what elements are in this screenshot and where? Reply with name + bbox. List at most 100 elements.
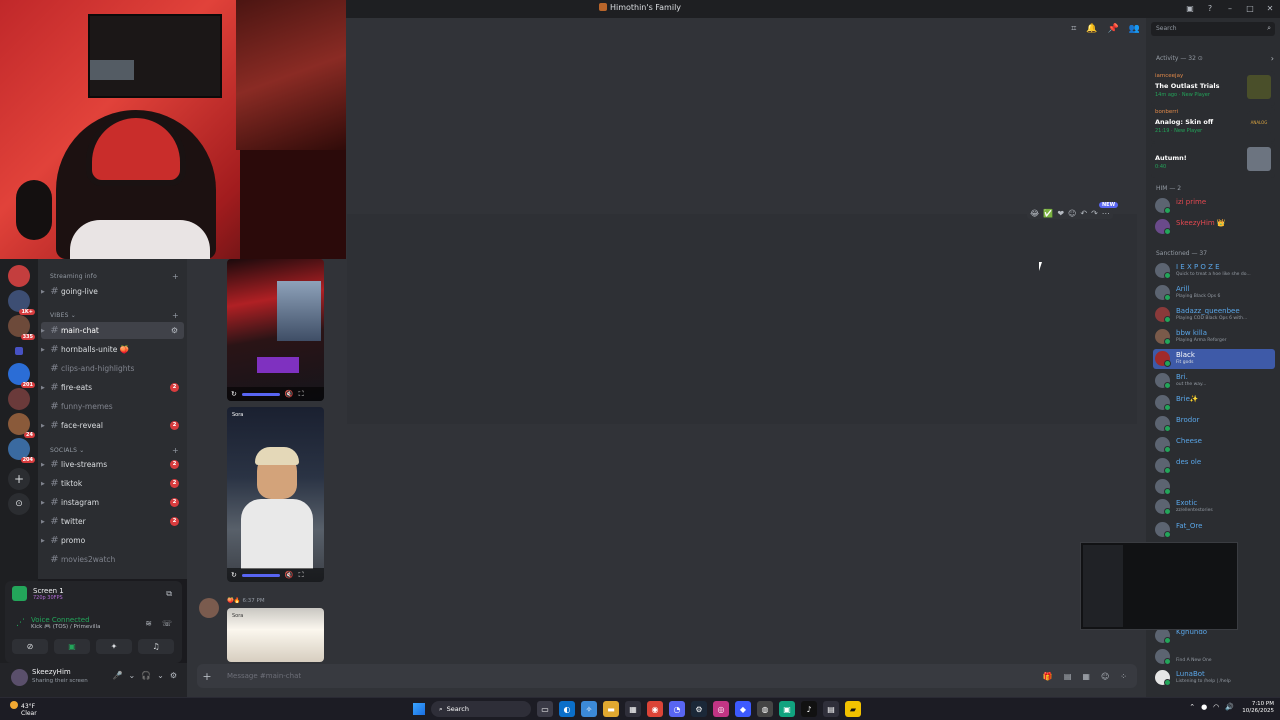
fullscreen-icon[interactable]: ⛶ <box>299 390 304 399</box>
volume-icon[interactable]: 🔊 <box>1225 703 1234 711</box>
member-item[interactable]: Badazz_queenbee Playing COD Black Ops 6 w… <box>1153 305 1275 325</box>
search-input[interactable]: Search ⌕ <box>1151 22 1275 36</box>
category-header[interactable]: Streaming info + <box>50 272 179 281</box>
member-item[interactable]: des ole <box>1153 456 1275 476</box>
pin-icon[interactable]: 📌 <box>1108 24 1119 34</box>
chevron-right-icon[interactable]: › <box>1271 54 1274 63</box>
member-item[interactable]: Black Fit gods <box>1153 349 1275 369</box>
member-item[interactable]: bbw killa Playing Arma Reforger <box>1153 327 1275 347</box>
avatar[interactable] <box>199 598 219 618</box>
channel-hornballs-unite[interactable]: ▶ # hornballs-unite 🍑 <box>41 341 184 358</box>
sticker-icon[interactable]: ▦ <box>1082 672 1090 681</box>
noise-suppression-icon[interactable]: ≋ <box>145 619 152 628</box>
member-item[interactable]: Fat_Ore <box>1153 520 1275 540</box>
server-icon[interactable] <box>8 388 30 410</box>
tiktok-icon[interactable]: ♪ <box>801 701 817 717</box>
category-header[interactable]: SOCIALS ⌄ + <box>50 446 179 455</box>
channel-live-streams[interactable]: ▶ # live-streams 2 <box>41 456 184 473</box>
member-item[interactable]: Brodor <box>1153 414 1275 434</box>
members-icon[interactable]: 👥 <box>1129 24 1140 34</box>
emoji-icon[interactable]: ☺ <box>1101 672 1109 681</box>
discord-icon[interactable]: ◔ <box>669 701 685 717</box>
windows-start-icon[interactable] <box>413 703 425 715</box>
progress-bar[interactable] <box>241 573 280 577</box>
inbox-icon[interactable]: ▣ <box>1184 2 1196 14</box>
channel-promo[interactable]: ▶ # promo <box>41 532 184 549</box>
add-reaction-icon[interactable]: ☺ <box>1068 209 1076 218</box>
app-icon[interactable]: ▣ <box>779 701 795 717</box>
member-item[interactable]: izi prime <box>1153 196 1275 216</box>
threads-icon[interactable]: ⌗ <box>1071 24 1076 34</box>
camera-button[interactable]: ⊘ <box>12 639 48 654</box>
channel-clips-and-highlights[interactable]: # clips-and-highlights <box>41 360 184 377</box>
task-view-icon[interactable]: ▭ <box>537 701 553 717</box>
activities-button[interactable]: ✦ <box>96 639 132 654</box>
obs-icon[interactable]: ◍ <box>757 701 773 717</box>
member-item[interactable]: I E X P O Z E Quick to treat a hoe like s… <box>1153 261 1275 281</box>
help-icon[interactable]: ? <box>1204 2 1216 14</box>
video-attachment[interactable]: ↻ 🔇 ⛶ <box>227 259 324 401</box>
edge-icon[interactable]: ◐ <box>559 701 575 717</box>
explorer-icon[interactable]: ▬ <box>603 701 619 717</box>
bell-icon[interactable]: 🔔 <box>1086 24 1097 34</box>
soundboard-button[interactable]: ♫ <box>138 639 174 654</box>
channel-going-live[interactable]: ▶ # going-live <box>41 283 184 300</box>
channel-tiktok[interactable]: ▶ # tiktok 2 <box>41 475 184 492</box>
volume-icon[interactable]: 🔇 <box>285 390 294 398</box>
member-item[interactable]: LunaBot Listening to /help | /help <box>1153 668 1275 688</box>
gift-icon[interactable]: 🎁 <box>1043 672 1053 681</box>
emoji-reaction[interactable]: 😂 <box>1030 209 1039 218</box>
channel-funny-memes[interactable]: # funny-memes <box>41 398 184 415</box>
server-icon[interactable] <box>8 265 30 287</box>
stream-preview-popup[interactable] <box>1080 542 1238 630</box>
stream-preview[interactable]: Screen 1 720p 30FPS <box>12 586 64 601</box>
close-button[interactable]: ✕ <box>1264 2 1276 14</box>
minimize-button[interactable]: – <box>1224 2 1236 14</box>
member-item[interactable]: Exotic zz/ellentestories <box>1153 497 1275 517</box>
reply-icon[interactable]: ↶ <box>1080 209 1087 218</box>
voice-status[interactable]: Voice Connected Kick 🎮 (TOS) / Primevill… <box>31 616 100 630</box>
upload-icon[interactable]: + <box>197 670 217 683</box>
video-attachment[interactable]: Sora <box>227 608 324 662</box>
member-item[interactable]: Bri. out the way... <box>1153 371 1275 391</box>
server-icon[interactable]: 1K+ <box>8 290 35 315</box>
wifi-icon[interactable]: ◠ <box>1213 703 1219 711</box>
app-icon[interactable]: ▤ <box>823 701 839 717</box>
activity-card[interactable]: bonberri Analog: Skin off 21:19 · New Pl… <box>1151 107 1275 142</box>
member-item[interactable]: SkeezyHim 👑 <box>1153 217 1275 237</box>
chrome-icon[interactable]: ◉ <box>647 701 663 717</box>
forward-icon[interactable]: ↷ <box>1091 209 1098 218</box>
video-attachment[interactable]: Sora ↻ 🔇 ⛶ <box>227 407 324 582</box>
copilot-icon[interactable]: ✧ <box>581 701 597 717</box>
avatar[interactable] <box>11 669 28 686</box>
channel-twitter[interactable]: ▶ # twitter 2 <box>41 513 184 530</box>
gear-icon[interactable]: ⚙ <box>170 671 177 680</box>
channel-face-reveal[interactable]: ▶ # face-reveal 2 <box>41 417 184 434</box>
add-channel-icon[interactable]: + <box>172 311 179 320</box>
member-item[interactable]: Brie✨ <box>1153 393 1275 413</box>
activity-card[interactable]: Autumn! 0:40 <box>1151 143 1275 178</box>
channel-fire-eats[interactable]: ▶ # fire-eats 2 <box>41 379 184 396</box>
gif-icon[interactable]: ▤ <box>1064 672 1072 681</box>
add-channel-icon[interactable]: + <box>172 272 179 281</box>
instagram-icon[interactable]: ◎ <box>713 701 729 717</box>
taskbar-search[interactable]: ⌕ Search <box>431 701 531 717</box>
member-item[interactable]: Find A New One <box>1153 647 1275 667</box>
member-item[interactable]: Cheese <box>1153 435 1275 455</box>
add-server-icon[interactable]: + <box>8 468 30 490</box>
screen-share-button[interactable]: ▣ <box>54 639 90 654</box>
server-icon[interactable]: 201 <box>8 363 35 388</box>
more-icon[interactable]: ⋯ <box>1102 209 1110 218</box>
category-header[interactable]: VIBES ⌄ + <box>50 311 179 320</box>
chevron-down-icon[interactable]: ⌄ <box>128 671 135 680</box>
chevron-up-icon[interactable]: ⌃ <box>1189 703 1195 711</box>
tray-app-icon[interactable]: ● <box>1201 703 1207 711</box>
hovered-message[interactable] <box>347 214 1137 424</box>
headphones-icon[interactable]: 🎧 <box>141 671 151 680</box>
member-item[interactable] <box>1153 477 1275 497</box>
clock[interactable]: 7:10 PM 10/26/2025 <box>1242 701 1274 715</box>
discover-icon[interactable]: ⊙ <box>8 493 30 515</box>
server-icon[interactable]: 204 <box>8 438 35 463</box>
mic-icon[interactable]: 🎤 <box>112 671 122 680</box>
server-icon[interactable]: 24 <box>8 413 35 438</box>
